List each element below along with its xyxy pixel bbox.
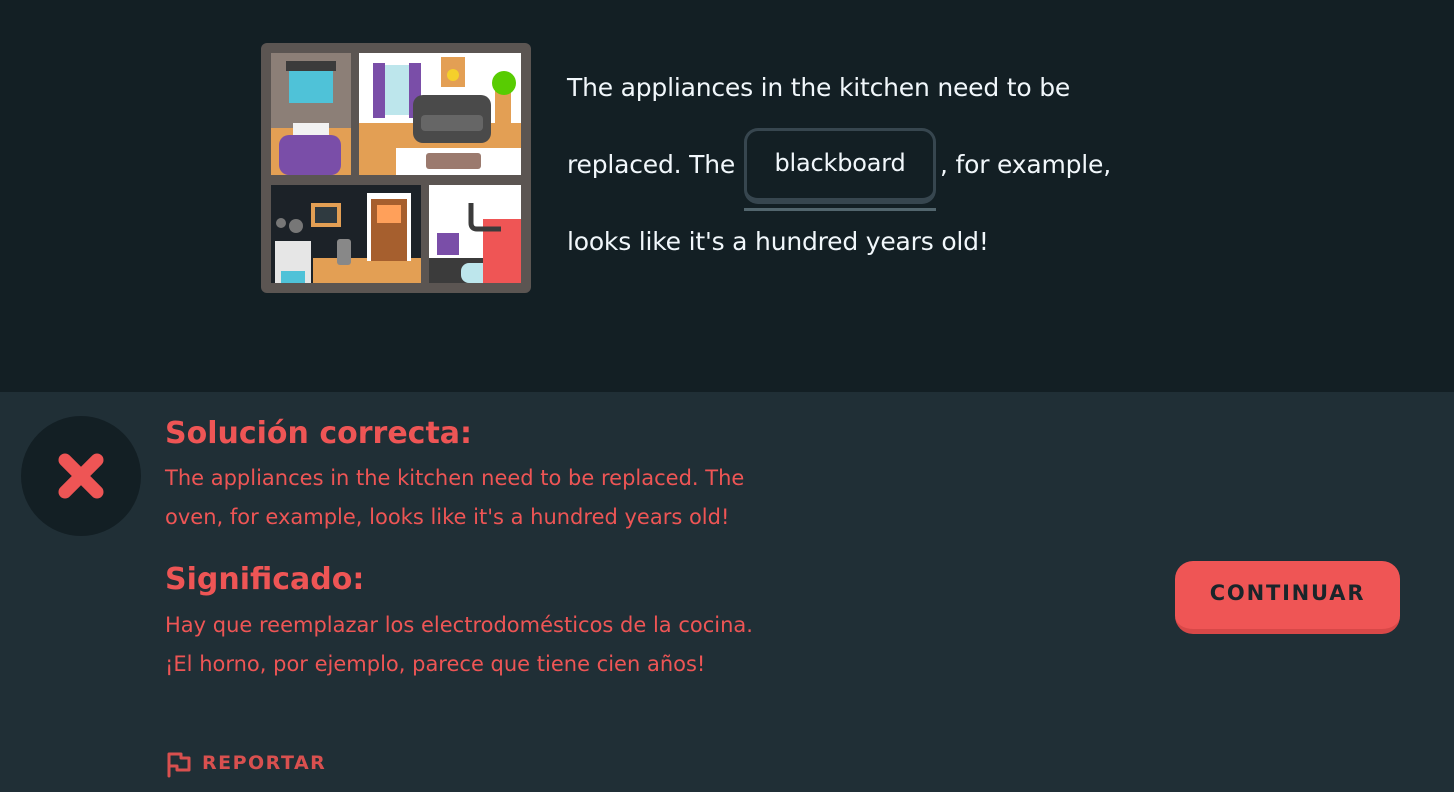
answer-blank-underline [744,208,936,211]
answer-chip[interactable]: blackboard [744,128,936,204]
result-badge [21,416,141,536]
close-icon [58,453,104,499]
meaning-heading: Significado: [165,562,365,597]
report-label: REPORTAR [202,752,327,774]
sentence-line-2-start: replaced. The [567,150,736,179]
sentence-line-2-end: , for example, [940,150,1111,179]
meaning-text: Hay que reemplazar los electrodomésticos… [165,613,753,676]
exercise-area: The appliances in the kitchen need to be… [0,0,1454,392]
report-button[interactable]: REPORTAR [165,748,326,778]
flag-icon [167,752,191,778]
feedback-panel: Solución correcta: The appliances in the… [0,392,1454,792]
sentence-line-3: looks like it's a hundred years old! [567,227,989,256]
solution-heading: Solución correcta: [165,416,473,451]
continue-button[interactable]: CONTINUAR [1175,561,1400,634]
house-illustration [261,43,531,293]
solution-text: The appliances in the kitchen need to be… [165,466,745,529]
sentence-line-1: The appliances in the kitchen need to be [567,73,1071,102]
